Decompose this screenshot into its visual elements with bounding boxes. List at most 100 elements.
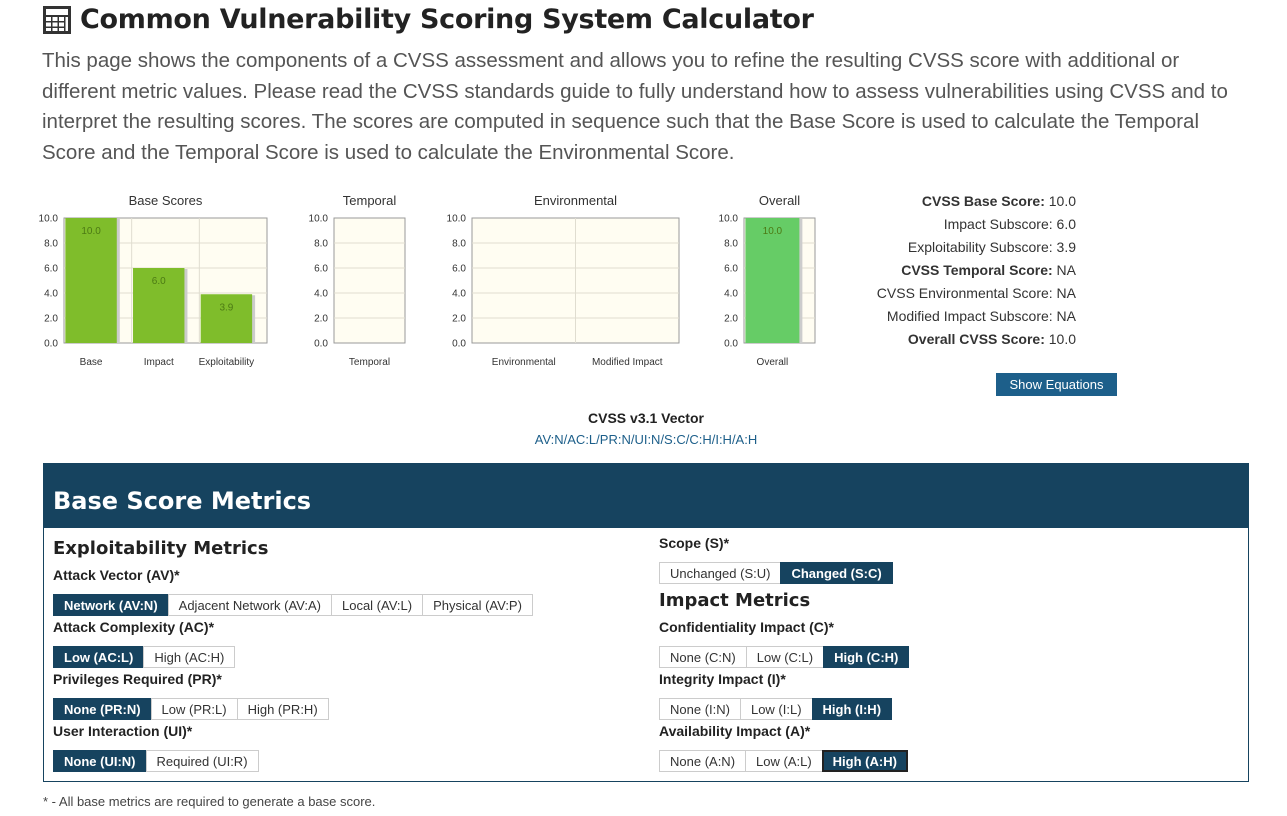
x-category-label: Overall: [757, 357, 789, 368]
chart-title: Overall: [759, 193, 800, 208]
show-equations-button[interactable]: Show Equations: [996, 373, 1117, 396]
summary-value: 10.0: [1044, 331, 1076, 347]
x-category-label: Modified Impact: [592, 357, 663, 368]
ac-option-0[interactable]: Low (AC:L): [53, 646, 145, 668]
y-tick-label: 0.0: [314, 339, 328, 350]
chart-title: Environmental: [534, 193, 617, 208]
summary-value: NA: [1052, 308, 1076, 324]
impact-metrics-heading: Impact Metrics: [659, 590, 811, 611]
summary-row: CVSS Base Score: 10.0: [846, 190, 1076, 213]
a-option-2[interactable]: High (A:H): [821, 750, 908, 772]
ac-option-1[interactable]: High (AC:H): [143, 646, 236, 668]
y-tick-label: 4.0: [452, 289, 466, 300]
pr-option-2[interactable]: High (PR:H): [236, 698, 329, 720]
temporal-chart: Temporal 0.0 2.0 4.0 6.0 8.0 10.0 Temporal: [290, 190, 420, 380]
summary-label: Exploitability Subscore:: [907, 239, 1053, 255]
overall-chart: Overall 0.0 2.0 4.0 6.0 8.0 10.0 10.0 Overall: [700, 190, 830, 380]
y-tick-label: 2.0: [724, 314, 738, 325]
attack-vector-label: Attack Vector (AV)*: [53, 567, 180, 583]
x-category-label: Impact: [144, 357, 174, 368]
summary-value: 10.0: [1044, 193, 1076, 209]
y-tick-label: 6.0: [452, 264, 466, 275]
footnote: * - All base metrics are required to gen…: [43, 794, 376, 809]
base-scores-chart: Base Scores 0.0 2.0 4.0 6.0 8.0 10.0 10.0 Base 6.…: [20, 190, 280, 380]
privileges-required-group: None (PR:N) Low (PR:L) High (PR:H): [53, 698, 329, 720]
calculator-icon: [43, 5, 71, 34]
attack-complexity-group: Low (AC:L) High (AC:H): [53, 646, 236, 668]
summary-value: 3.9: [1052, 239, 1076, 255]
i-option-0[interactable]: None (I:N): [659, 698, 741, 720]
y-tick-label: 0.0: [44, 339, 58, 350]
summary-row: CVSS Environmental Score: NA: [846, 282, 1076, 305]
summary-row: Impact Subscore: 6.0: [846, 213, 1076, 236]
av-option-2[interactable]: Local (AV:L): [330, 594, 424, 616]
x-category-label: Temporal: [349, 357, 390, 368]
y-tick-label: 0.0: [724, 339, 738, 350]
y-tick-label: 6.0: [724, 264, 738, 275]
x-category-label: Environmental: [492, 357, 556, 368]
y-tick-label: 8.0: [314, 239, 328, 250]
chart-title: Base Scores: [129, 193, 203, 208]
summary-row: Exploitability Subscore: 3.9: [846, 236, 1076, 259]
scope-group: Unchanged (S:U) Changed (S:C): [659, 562, 893, 584]
ui-option-0[interactable]: None (UI:N): [53, 750, 147, 772]
bar-value-label: 3.9: [219, 302, 233, 313]
y-tick-label: 4.0: [314, 289, 328, 300]
av-option-0[interactable]: Network (AV:N): [53, 594, 169, 616]
confidentiality-impact-group: None (C:N) Low (C:L) High (C:H): [659, 646, 910, 668]
y-tick-label: 8.0: [452, 239, 466, 250]
c-option-2[interactable]: High (C:H): [823, 646, 910, 668]
pr-option-1[interactable]: Low (PR:L): [150, 698, 238, 720]
i-option-2[interactable]: High (I:H): [811, 698, 893, 720]
attack-vector-group: Network (AV:N) Adjacent Network (AV:A) Loc…: [53, 594, 533, 616]
ui-option-1[interactable]: Required (UI:R): [145, 750, 259, 772]
score-summary: CVSS Base Score: 10.0 Impact Subscore: 6.…: [846, 190, 1076, 351]
y-tick-label: 10.0: [309, 214, 329, 225]
page-title: Common Vulnerability Scoring System Calc…: [80, 4, 814, 35]
x-category-label: Base: [80, 357, 103, 368]
chart-title: Temporal: [343, 193, 397, 208]
user-interaction-label: User Interaction (UI)*: [53, 723, 193, 739]
y-tick-label: 2.0: [452, 314, 466, 325]
bar-value-label: 6.0: [152, 276, 166, 287]
vector-block: CVSS v3.1 Vector AV:N/AC:L/PR:N/UI:N/S:C…: [446, 410, 846, 447]
y-tick-label: 8.0: [44, 239, 58, 250]
a-option-1[interactable]: Low (A:L): [745, 750, 823, 772]
av-option-3[interactable]: Physical (AV:P): [422, 594, 533, 616]
y-tick-label: 0.0: [452, 339, 466, 350]
a-option-0[interactable]: None (A:N): [659, 750, 747, 772]
integrity-impact-label: Integrity Impact (I)*: [659, 671, 786, 687]
summary-label: CVSS Base Score:: [921, 193, 1045, 209]
y-tick-label: 6.0: [44, 264, 58, 275]
c-option-1[interactable]: Low (C:L): [745, 646, 825, 668]
s-option-0[interactable]: Unchanged (S:U): [659, 562, 782, 584]
y-tick-label: 10.0: [447, 214, 467, 225]
summary-value: NA: [1052, 262, 1076, 278]
vector-title: CVSS v3.1 Vector: [588, 410, 704, 426]
user-interaction-group: None (UI:N) Required (UI:R): [53, 750, 259, 772]
y-tick-label: 2.0: [44, 314, 58, 325]
summary-value: 6.0: [1052, 216, 1076, 232]
c-option-0[interactable]: None (C:N): [659, 646, 747, 668]
pr-option-0[interactable]: None (PR:N): [53, 698, 152, 720]
i-option-1[interactable]: Low (I:L): [739, 698, 813, 720]
attack-complexity-label: Attack Complexity (AC)*: [53, 619, 215, 635]
availability-impact-group: None (A:N) Low (A:L) High (A:H): [659, 750, 908, 772]
y-tick-label: 6.0: [314, 264, 328, 275]
s-option-1[interactable]: Changed (S:C): [780, 562, 893, 584]
plot-area: [333, 217, 406, 344]
integrity-impact-group: None (I:N) Low (I:L) High (I:H): [659, 698, 893, 720]
vector-string-link[interactable]: AV:N/AC:L/PR:N/UI:N/S:C/C:H/I:H/A:H: [446, 432, 846, 447]
summary-row: Overall CVSS Score: 10.0: [846, 328, 1076, 351]
summary-row: CVSS Temporal Score: NA: [846, 259, 1076, 282]
y-tick-label: 10.0: [719, 214, 739, 225]
environmental-chart: Environmental 0.0 2.0 4.0 6.0 8.0 10.0 Environm…: [430, 190, 690, 380]
summary-value: NA: [1052, 285, 1076, 301]
availability-impact-label: Availability Impact (A)*: [659, 723, 811, 739]
av-option-1[interactable]: Adjacent Network (AV:A): [167, 594, 332, 616]
privileges-required-label: Privileges Required (PR)*: [53, 671, 222, 687]
y-tick-label: 4.0: [44, 289, 58, 300]
summary-row: Modified Impact Subscore: NA: [846, 305, 1076, 328]
exploitability-metrics-heading: Exploitability Metrics: [53, 538, 269, 559]
intro-text: This page shows the components of a CVSS…: [42, 49, 1228, 164]
